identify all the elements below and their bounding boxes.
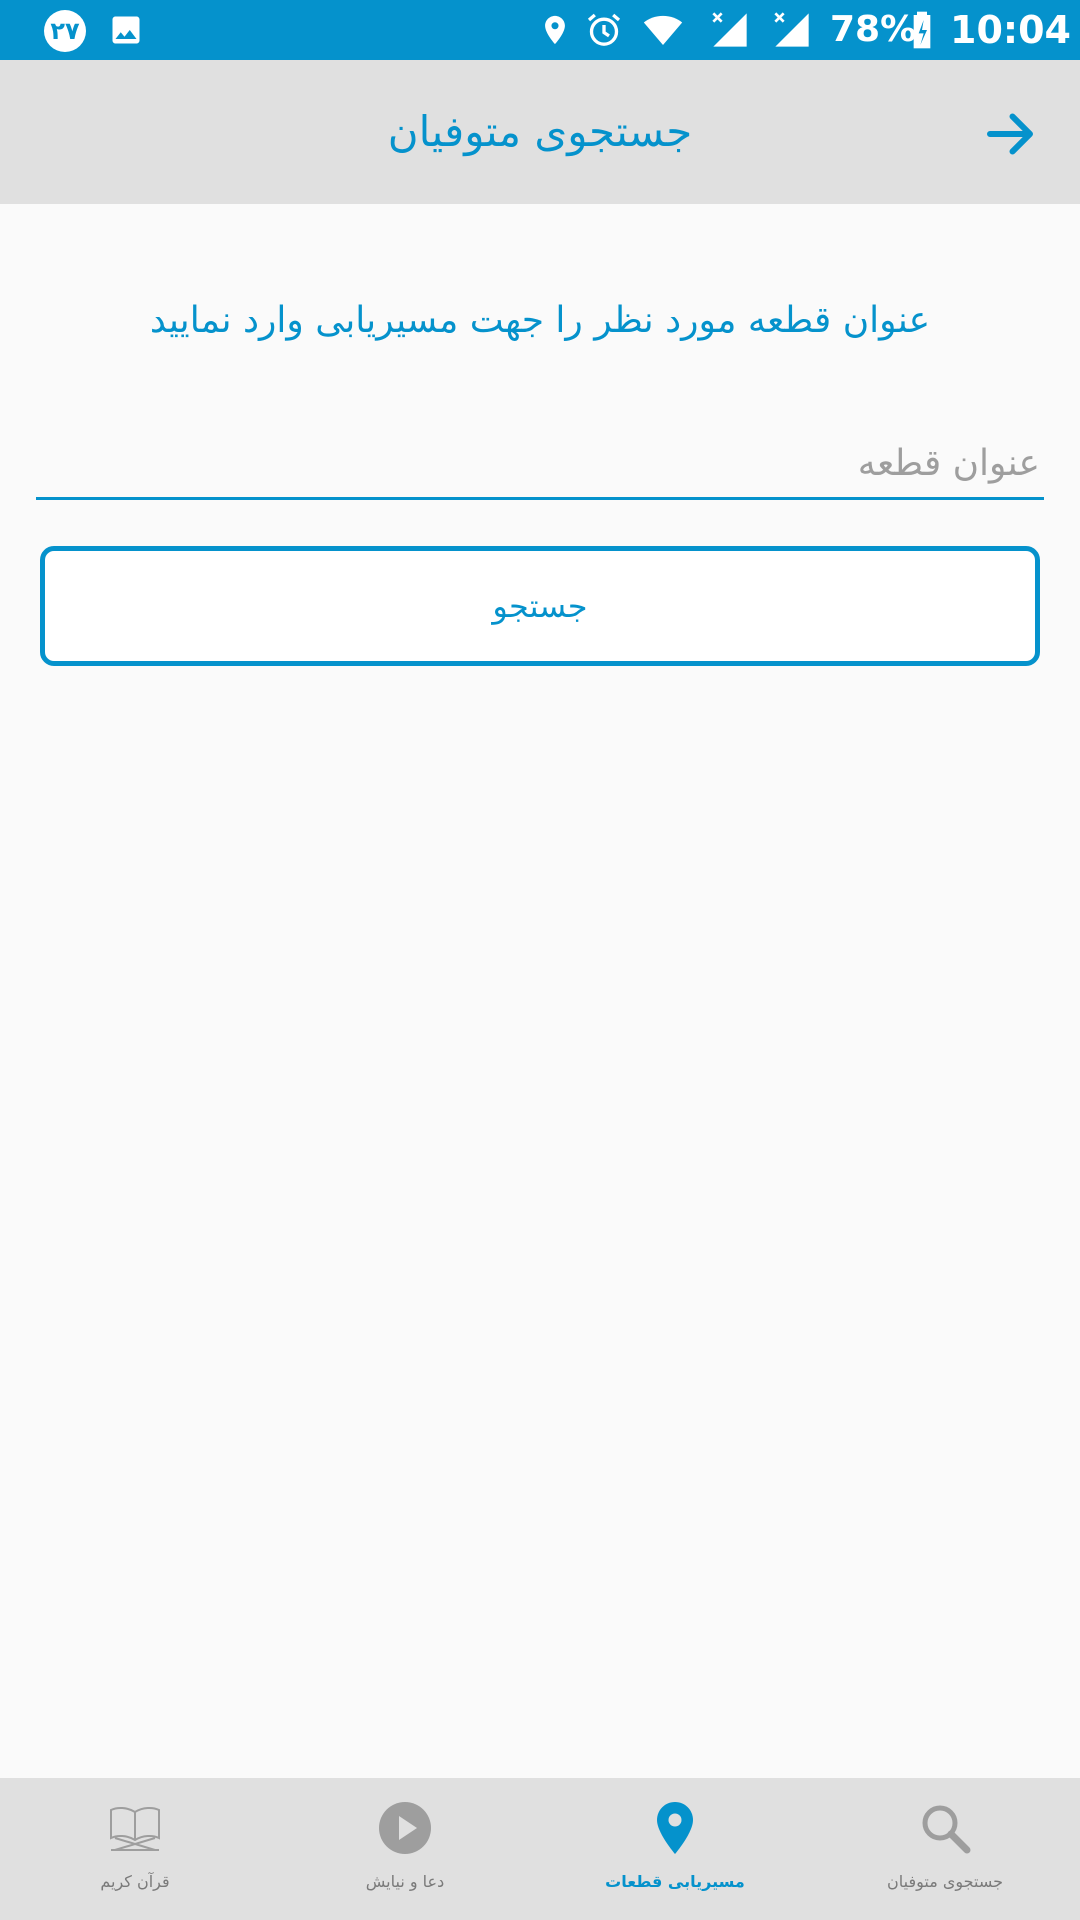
instruction-text: عنوان قطعه مورد نظر را جهت مسیریابی وارد…: [149, 300, 931, 341]
plot-title-input[interactable]: [36, 430, 1044, 500]
cell-signal-icon-2: [774, 12, 809, 47]
search-icon: [922, 1805, 971, 1854]
bottom-navigation: قرآن کریم دعا و نیایش مسیریابی قطعات جست…: [0, 1778, 1080, 1920]
location-icon: [545, 15, 565, 45]
location-pin-icon: [657, 1802, 693, 1854]
clock: 10:04: [950, 8, 1071, 52]
nav-label-deceased-search: جستجوی متوفیان: [887, 1872, 1003, 1891]
image-icon: [112, 16, 140, 44]
battery-charging-icon: [913, 11, 931, 49]
play-circle-icon: [379, 1802, 431, 1854]
wifi-icon: [643, 15, 683, 45]
nav-item-prayer[interactable]: دعا و نیایش: [270, 1778, 540, 1920]
quran-book-icon: [110, 1806, 160, 1851]
arrow-forward-icon: [987, 113, 1033, 155]
notification-count-badge: ۲۷: [44, 10, 86, 52]
nav-label-prayer: دعا و نیایش: [365, 1872, 445, 1891]
nav-item-quran[interactable]: قرآن کریم: [0, 1778, 270, 1920]
search-button[interactable]: جستجو: [40, 546, 1040, 666]
nav-label-plot-routing: مسیریابی قطعات: [605, 1872, 745, 1891]
alarm-icon: [587, 13, 621, 46]
nav-item-deceased-search[interactable]: جستجوی متوفیان: [810, 1778, 1080, 1920]
app-bar: جستجوی متوفیان: [0, 60, 1080, 204]
cell-signal-icon: [712, 12, 747, 47]
nav-label-quran: قرآن کریم: [100, 1872, 170, 1891]
back-button[interactable]: [980, 104, 1040, 164]
page-title: جستجوی متوفیان: [387, 107, 693, 156]
status-bar: ۲۷ 78% 10:04: [0, 0, 1080, 60]
nav-item-plot-routing[interactable]: مسیریابی قطعات: [540, 1778, 810, 1920]
battery-percentage: 78%: [830, 9, 917, 50]
